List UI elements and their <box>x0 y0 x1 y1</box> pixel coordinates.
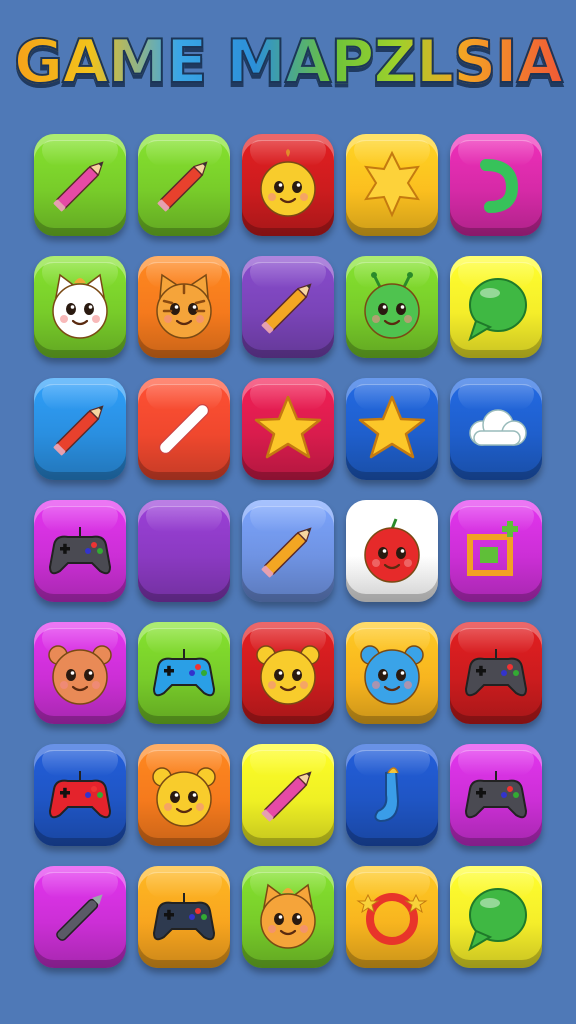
tile-35[interactable] <box>450 866 542 968</box>
tile-6[interactable] <box>34 256 126 358</box>
tile-10[interactable] <box>450 256 542 358</box>
lion-face-icon <box>256 645 320 705</box>
tile-9[interactable] <box>346 256 438 358</box>
blank-icon <box>144 511 224 591</box>
tile-27[interactable] <box>138 744 230 846</box>
cat-face-icon <box>52 273 108 339</box>
frame-icon <box>467 521 518 576</box>
tile-34[interactable] <box>346 866 438 968</box>
tile-7[interactable] <box>138 256 230 358</box>
tile-23[interactable] <box>242 622 334 724</box>
tile-5[interactable] <box>450 134 542 236</box>
tile-14[interactable] <box>346 378 438 480</box>
tile-32[interactable] <box>138 866 230 968</box>
chalk-icon <box>159 404 209 454</box>
bear-face-icon <box>48 645 112 705</box>
hook-icon <box>480 159 519 213</box>
tile-2[interactable] <box>138 134 230 236</box>
gamepad-icon <box>48 771 112 819</box>
blue-bear-face-icon <box>360 645 424 705</box>
tile-12[interactable] <box>138 378 230 480</box>
ring-icon <box>356 893 428 945</box>
pencil-icon <box>53 161 104 212</box>
cat-face-icon <box>260 883 316 949</box>
tile-11[interactable] <box>34 378 126 480</box>
star-icon <box>358 395 426 459</box>
gamepad-icon <box>464 771 528 819</box>
tile-8[interactable] <box>242 256 334 358</box>
star-icon <box>254 395 322 459</box>
game-title-text: GAME MAPZLSIA <box>13 26 564 98</box>
tile-29[interactable] <box>346 744 438 846</box>
pencil-icon <box>261 283 312 334</box>
pencil-icon <box>157 161 208 212</box>
tile-30[interactable] <box>450 744 542 846</box>
pencil-icon <box>261 771 312 822</box>
gamepad-icon <box>48 527 112 575</box>
tile-1[interactable] <box>34 134 126 236</box>
gamepad-icon <box>464 649 528 697</box>
speech-bubble-icon <box>468 278 527 342</box>
tile-17[interactable] <box>138 500 230 602</box>
tile-18[interactable] <box>242 500 334 602</box>
tile-grid <box>34 134 542 968</box>
tile-28[interactable] <box>242 744 334 846</box>
tile-21[interactable] <box>34 622 126 724</box>
gamepad-icon <box>152 649 216 697</box>
pencil-icon <box>261 527 312 578</box>
gamepad-icon <box>152 893 216 941</box>
tile-26[interactable] <box>34 744 126 846</box>
sock-icon <box>374 767 400 823</box>
bomb-face-icon <box>364 518 420 583</box>
tile-33[interactable] <box>242 866 334 968</box>
tile-4[interactable] <box>346 134 438 236</box>
tile-20[interactable] <box>450 500 542 602</box>
tiger-face-icon <box>156 273 212 339</box>
tile-31[interactable] <box>34 866 126 968</box>
alien-face-icon <box>364 272 420 339</box>
tile-3[interactable] <box>242 134 334 236</box>
cloud-icon <box>469 409 527 446</box>
tile-25[interactable] <box>450 622 542 724</box>
game-title: GAME MAPZLSIA <box>0 22 576 102</box>
tile-19[interactable] <box>346 500 438 602</box>
tile-13[interactable] <box>242 378 334 480</box>
star-badge-icon <box>364 150 420 218</box>
tile-15[interactable] <box>450 378 542 480</box>
pencil-icon <box>53 405 104 456</box>
tile-24[interactable] <box>346 622 438 724</box>
pen-icon <box>56 894 103 941</box>
tile-16[interactable] <box>34 500 126 602</box>
smiley-face-icon <box>260 149 316 217</box>
tile-22[interactable] <box>138 622 230 724</box>
speech-bubble-icon <box>468 888 527 952</box>
hamster-face-icon <box>152 767 216 827</box>
